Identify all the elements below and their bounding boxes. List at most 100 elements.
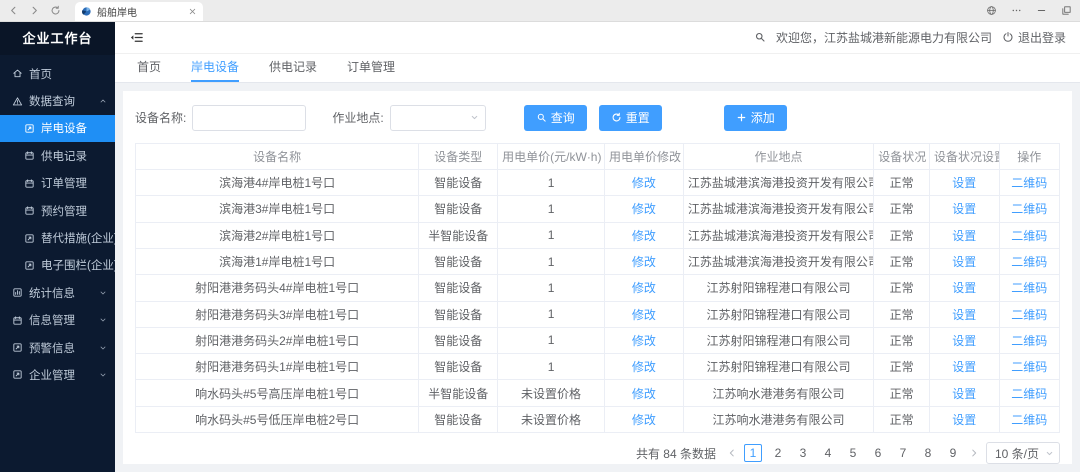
qr-link[interactable]: 二维码 (1011, 202, 1047, 216)
qr-link[interactable]: 二维码 (1011, 413, 1047, 427)
globe-icon[interactable] (986, 5, 997, 16)
browser-tab-title: 船舶岸电 (97, 4, 183, 19)
home-icon (12, 68, 23, 79)
sidebar-item-warning-info[interactable]: 预警信息 (0, 334, 115, 361)
setting-link[interactable]: 设置 (952, 360, 976, 374)
page-button-2[interactable]: 2 (769, 444, 787, 462)
setting-link[interactable]: 设置 (952, 413, 976, 427)
modify-link[interactable]: 修改 (632, 176, 656, 190)
cell-name: 响水码头#5号高压岸电桩1号口 (136, 380, 419, 406)
setting-link[interactable]: 设置 (952, 202, 976, 216)
sidebar-item-alternative-measures[interactable]: 替代措施(企业) (0, 224, 115, 251)
setting-link[interactable]: 设置 (952, 308, 976, 322)
cell-location: 江苏盐城港滨海港投资开发有限公司 (683, 196, 873, 222)
location-select[interactable] (390, 105, 486, 131)
search-button[interactable]: 查询 (524, 105, 587, 131)
reset-button[interactable]: 重置 (599, 105, 662, 131)
page-button-7[interactable]: 7 (894, 444, 912, 462)
qr-link[interactable]: 二维码 (1011, 176, 1047, 190)
browser-tab[interactable]: 船舶岸电 (75, 2, 203, 21)
window-minimize-icon[interactable] (1036, 5, 1047, 16)
cell-price: 1 (498, 196, 605, 222)
sidebar-item-enterprise-management[interactable]: 企业管理 (0, 361, 115, 388)
sidebar-item-order-management[interactable]: 订单管理 (0, 170, 115, 197)
cell-qr: 二维码 (999, 354, 1059, 380)
page-button-1[interactable]: 1 (744, 444, 762, 462)
browser-more-icon[interactable] (1011, 5, 1022, 16)
sidebar-item-statistics-info[interactable]: 统计信息 (0, 279, 115, 306)
cell-status: 正常 (874, 275, 930, 301)
modify-link[interactable]: 修改 (632, 229, 656, 243)
device-list-card: 设备名称: 作业地点: 查询 重置 (123, 91, 1072, 464)
device-name-label: 设备名称: (135, 109, 186, 126)
table-row: 滨海港2#岸电桩1号口半智能设备1修改江苏盐城港滨海港投资开发有限公司正常设置二… (136, 222, 1060, 248)
qr-link[interactable]: 二维码 (1011, 334, 1047, 348)
sidebar-item-reservation-management[interactable]: 预约管理 (0, 197, 115, 224)
cell-price: 1 (498, 354, 605, 380)
cell-price: 1 (498, 327, 605, 353)
browser-reload-icon[interactable] (50, 5, 61, 16)
modify-link[interactable]: 修改 (632, 334, 656, 348)
window-restore-icon[interactable] (1061, 5, 1072, 16)
browser-back-icon[interactable] (8, 5, 19, 16)
tab-close-icon[interactable] (188, 7, 197, 16)
cell-qr: 二维码 (999, 196, 1059, 222)
cell-status: 正常 (874, 380, 930, 406)
page-button-6[interactable]: 6 (869, 444, 887, 462)
sidebar-item-information-management[interactable]: 信息管理 (0, 307, 115, 334)
tab-home[interactable]: 首页 (137, 54, 161, 82)
setting-link[interactable]: 设置 (952, 229, 976, 243)
tab-shore-power-device[interactable]: 岸电设备 (191, 54, 239, 82)
sidebar-item-data-query[interactable]: 数据查询 (0, 87, 115, 114)
setting-link[interactable]: 设置 (952, 255, 976, 269)
qr-link[interactable]: 二维码 (1011, 281, 1047, 295)
chevron-down-icon (99, 344, 107, 352)
tab-order-management[interactable]: 订单管理 (347, 54, 395, 82)
page-size-select[interactable]: 10 条/页 (986, 442, 1060, 464)
search-icon[interactable] (754, 31, 766, 43)
sidebar-item-label: 信息管理 (29, 312, 75, 328)
qr-link[interactable]: 二维码 (1011, 229, 1047, 243)
page-button-3[interactable]: 3 (794, 444, 812, 462)
table-row: 射阳港港务码头1#岸电桩1号口智能设备1修改江苏射阳锦程港口有限公司正常设置二维… (136, 354, 1060, 380)
sidebar-item-electronic-fence[interactable]: 电子围栏(企业) (0, 252, 115, 279)
menu-fold-icon[interactable] (129, 30, 144, 45)
modify-link[interactable]: 修改 (632, 308, 656, 322)
add-button[interactable]: 添加 (724, 105, 787, 131)
cell-modify: 修改 (604, 170, 683, 196)
device-name-input[interactable] (192, 105, 306, 131)
setting-link[interactable]: 设置 (952, 334, 976, 348)
page-button-8[interactable]: 8 (919, 444, 937, 462)
modify-link[interactable]: 修改 (632, 202, 656, 216)
cell-type: 智能设备 (419, 196, 498, 222)
setting-link[interactable]: 设置 (952, 176, 976, 190)
prev-page-icon[interactable] (727, 448, 737, 458)
info-icon (12, 315, 23, 326)
setting-link[interactable]: 设置 (952, 281, 976, 295)
tab-power-supply-record[interactable]: 供电记录 (269, 54, 317, 82)
browser-chrome: 船舶岸电 (0, 0, 1080, 22)
chevron-down-icon (99, 316, 107, 324)
sidebar-item-home[interactable]: 首页 (0, 60, 115, 87)
cell-status: 正常 (874, 406, 930, 432)
qr-link[interactable]: 二维码 (1011, 360, 1047, 374)
cell-setting: 设置 (929, 196, 999, 222)
sidebar-item-shore-power-device[interactable]: 岸电设备 (0, 115, 115, 142)
next-page-icon[interactable] (969, 448, 979, 458)
modify-link[interactable]: 修改 (632, 360, 656, 374)
page-button-4[interactable]: 4 (819, 444, 837, 462)
page-button-9[interactable]: 9 (944, 444, 962, 462)
cell-qr: 二维码 (999, 170, 1059, 196)
logout-button[interactable]: 退出登录 (1002, 29, 1066, 46)
page-button-5[interactable]: 5 (844, 444, 862, 462)
sidebar-item-power-supply-record[interactable]: 供电记录 (0, 142, 115, 169)
qr-link[interactable]: 二维码 (1011, 308, 1047, 322)
qr-link[interactable]: 二维码 (1011, 255, 1047, 269)
modify-link[interactable]: 修改 (632, 387, 656, 401)
setting-link[interactable]: 设置 (952, 387, 976, 401)
modify-link[interactable]: 修改 (632, 255, 656, 269)
modify-link[interactable]: 修改 (632, 413, 656, 427)
browser-forward-icon[interactable] (29, 5, 40, 16)
qr-link[interactable]: 二维码 (1011, 387, 1047, 401)
modify-link[interactable]: 修改 (632, 281, 656, 295)
